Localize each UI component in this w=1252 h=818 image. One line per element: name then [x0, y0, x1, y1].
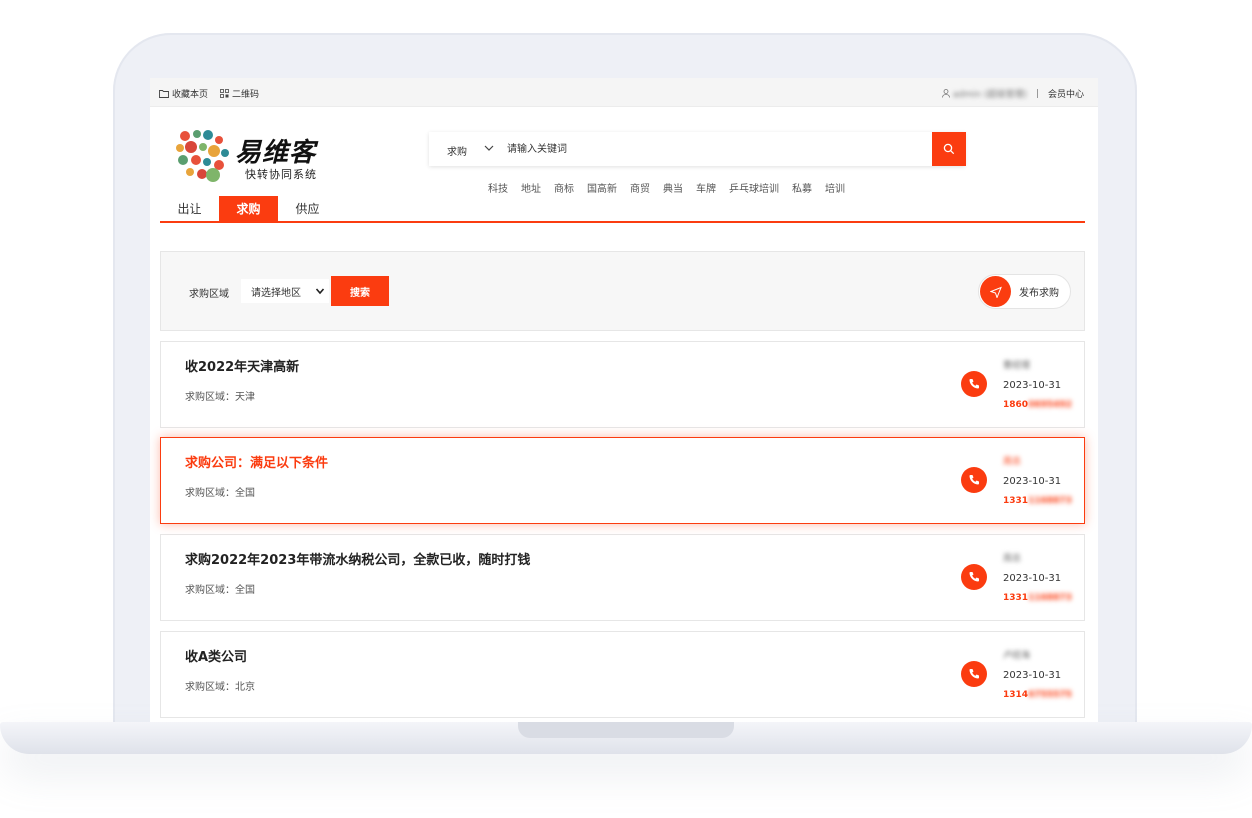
listing-contact: 曹经理: [1003, 361, 1031, 371]
listing-phone[interactable]: 13311168873: [1003, 496, 1072, 506]
listing-title[interactable]: 求购公司：满足以下条件: [185, 452, 328, 471]
logo[interactable]: 易维客 快转协同系统: [175, 128, 335, 182]
qrcode-label: 二维码: [232, 90, 260, 100]
listing-card[interactable]: 收2022年天津高新 求购区域：天津 曹经理 2023-10-31 186006…: [160, 341, 1085, 428]
listing-date: 2023-10-31: [1003, 380, 1062, 391]
logo-dots-icon: [176, 130, 229, 182]
listing-title[interactable]: 收A类公司: [185, 646, 247, 665]
listing-date: 2023-10-31: [1003, 573, 1062, 584]
send-icon: [980, 276, 1011, 307]
listing-region: 求购区域：全国: [185, 488, 255, 499]
hot-word[interactable]: 地址: [521, 180, 541, 195]
region-select-value: 请选择地区: [251, 287, 301, 299]
user-icon: [941, 89, 950, 98]
hot-word[interactable]: 私募: [792, 180, 812, 195]
listing-region: 求购区域：北京: [185, 682, 255, 693]
tab-underline: [160, 221, 1085, 223]
listing-title[interactable]: 求购2022年2023年带流水纳税公司，全款已收，随时打钱: [185, 549, 530, 568]
search-icon: [943, 143, 955, 155]
logo-subtitle: 快转协同系统: [245, 168, 317, 181]
member-center-link[interactable]: 会员中心: [1048, 87, 1084, 100]
region-select[interactable]: 请选择地区: [241, 279, 329, 303]
listing-phone[interactable]: 13311168873: [1003, 593, 1072, 603]
hot-words: 科技 地址 商标 国高新 商贸 典当 车牌 乒乓球培训 私募 培训: [488, 180, 845, 195]
listing-date: 2023-10-31: [1003, 476, 1062, 487]
listing-phone[interactable]: 13146755575: [1003, 690, 1072, 700]
listing-card[interactable]: 收A类公司 求购区域：北京 卢经海 2023-10-31 13146755575: [160, 631, 1085, 718]
publish-purchase-button[interactable]: 发布求购: [978, 274, 1071, 309]
tab-supply[interactable]: 供应: [278, 196, 337, 222]
phone-icon[interactable]: [961, 467, 987, 493]
laptop-notch: [518, 722, 734, 738]
browser-screen: 收藏本页 二维码 admin (超级管理) 会员中心 易维客 快转协同系统 求购…: [150, 78, 1098, 722]
phone-icon[interactable]: [961, 661, 987, 687]
hot-word[interactable]: 科技: [488, 180, 508, 195]
hot-word[interactable]: 乒乓球培训: [729, 180, 779, 195]
user-name: admin (超级管理): [952, 90, 1027, 100]
listing-title[interactable]: 收2022年天津高新: [185, 356, 299, 375]
divider: [1036, 89, 1038, 98]
category-tabs: 出让 求购 供应: [160, 196, 337, 222]
listing-card[interactable]: 求购2022年2023年带流水纳税公司，全款已收，随时打钱 求购区域：全国 周总…: [160, 534, 1085, 621]
tab-transfer[interactable]: 出让: [160, 196, 219, 222]
tab-purchase[interactable]: 求购: [219, 196, 278, 222]
hot-word[interactable]: 典当: [663, 180, 683, 195]
search-type-select[interactable]: 求购: [447, 143, 467, 158]
hot-word[interactable]: 商标: [554, 180, 574, 195]
phone-icon[interactable]: [961, 564, 987, 590]
folder-icon: [159, 90, 169, 98]
search-box: 求购: [429, 132, 965, 166]
top-bar: 收藏本页 二维码 admin (超级管理) 会员中心: [150, 78, 1098, 107]
publish-label: 发布求购: [1019, 288, 1059, 299]
user-account[interactable]: admin (超级管理): [941, 87, 1027, 100]
search-input[interactable]: [507, 139, 907, 159]
chevron-down-icon[interactable]: [483, 142, 495, 154]
bookmark-link[interactable]: 收藏本页: [159, 87, 208, 100]
hot-word[interactable]: 车牌: [696, 180, 716, 195]
logo-title: 易维客: [235, 138, 317, 168]
qrcode-link[interactable]: 二维码: [220, 87, 259, 100]
listing-contact: 周总: [1003, 457, 1022, 467]
chevron-down-icon: [315, 288, 325, 295]
bookmark-label: 收藏本页: [172, 90, 209, 100]
filter-search-button[interactable]: 搜索: [331, 276, 389, 306]
region-label: 求购区域: [189, 289, 229, 300]
filter-panel: 求购区域 请选择地区 搜索 发布求购: [160, 251, 1085, 331]
listing-card[interactable]: 求购公司：满足以下条件 求购区域：全国 周总 2023-10-31 133111…: [160, 437, 1085, 524]
hot-word[interactable]: 商贸: [630, 180, 650, 195]
listing-region: 求购区域：天津: [185, 392, 255, 403]
listing-contact: 卢经海: [1003, 651, 1031, 661]
search-button[interactable]: [932, 132, 966, 166]
qrcode-icon: [220, 89, 229, 98]
listing-phone[interactable]: 18600695492: [1003, 400, 1072, 410]
hot-word[interactable]: 培训: [825, 180, 845, 195]
listing-region: 求购区域：全国: [185, 585, 255, 596]
listing-contact: 周总: [1003, 554, 1022, 564]
hot-word[interactable]: 国高新: [587, 180, 617, 195]
listing-date: 2023-10-31: [1003, 670, 1062, 681]
phone-icon[interactable]: [961, 371, 987, 397]
